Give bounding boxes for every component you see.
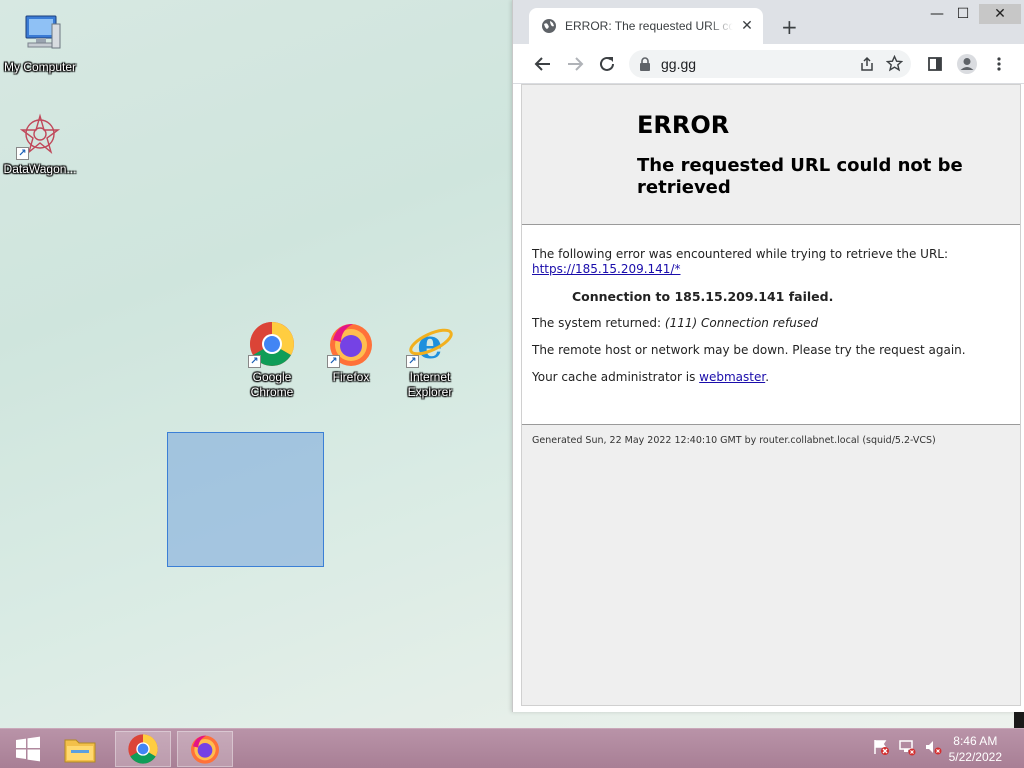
address-bar[interactable]: gg.gg (629, 50, 911, 78)
firefox-icon (191, 735, 219, 764)
desktop-icon-firefox[interactable]: ↗ Firefox (311, 320, 391, 385)
new-tab-button[interactable]: + (781, 17, 798, 37)
generated-footer: Generated Sun, 22 May 2022 12:40:10 GMT … (532, 435, 936, 446)
cache-admin-label: Your cache administrator is (532, 370, 696, 384)
shortcut-arrow-icon: ↗ (248, 355, 261, 368)
desktop-icon-internet-explorer[interactable]: e ↗ Internet Explorer (390, 320, 470, 400)
desktop-icon-label: My Computer (3, 60, 77, 74)
system-returned-value: (111) Connection refused (664, 316, 819, 330)
datawagon-icon: ↗ (16, 112, 64, 160)
desktop-icon-my-computer[interactable]: My Computer (0, 10, 80, 75)
globe-icon (542, 19, 556, 33)
remote-down-message: The remote host or network may be down. … (532, 343, 966, 357)
kebab-menu-icon (997, 57, 1001, 71)
taskbar-clock[interactable]: 8:46 AM 5/22/2022 (949, 733, 1002, 765)
desktop-icon-label: Firefox (332, 370, 370, 384)
desktop-icon-label: DataWagon... (3, 162, 77, 176)
minimize-button[interactable]: — (923, 4, 951, 24)
browser-tab[interactable]: ERROR: The requested URL could not be re… (529, 8, 763, 44)
taskbar-firefox[interactable] (177, 731, 233, 767)
chrome-icon: ↗ (248, 320, 296, 368)
error-page: ERROR The requested URL could not be ret… (521, 84, 1021, 706)
chrome-icon (128, 734, 158, 764)
taskbar-file-explorer[interactable] (52, 731, 108, 767)
menu-button[interactable] (987, 52, 1011, 76)
action-center-flag-icon[interactable] (872, 738, 890, 760)
reload-icon (600, 56, 614, 71)
system-returned: The system returned: (111) Connection re… (532, 316, 1010, 331)
desktop-icon-datawagon[interactable]: ↗ DataWagon... (0, 112, 80, 177)
file-explorer-icon (64, 739, 96, 763)
page-title: ERROR (637, 111, 730, 139)
svg-text:e: e (417, 321, 442, 368)
desktop-selection-rectangle (167, 432, 324, 567)
failure-message: Connection to 185.15.209.141 failed. (572, 289, 834, 304)
desktop-icon-label: Internet Explorer (407, 370, 453, 399)
browser-toolbar: gg.gg (513, 44, 1024, 84)
computer-icon (16, 10, 64, 58)
bookmark-star-icon[interactable] (885, 54, 904, 76)
side-panel-icon (928, 57, 942, 71)
profile-button[interactable] (955, 52, 979, 76)
error-intro: The following error was encountered whil… (532, 247, 1010, 277)
page-subtitle: The requested URL could not be retrieved (637, 155, 963, 198)
shortcut-arrow-icon: ↗ (327, 355, 340, 368)
clock-time: 8:46 AM (953, 734, 998, 748)
system-returned-label: The system returned: (532, 316, 662, 330)
arrow-left-icon (534, 57, 550, 71)
taskbar-chrome[interactable] (115, 731, 171, 767)
address-text: gg.gg (661, 56, 697, 72)
back-button[interactable] (531, 52, 555, 76)
shortcut-arrow-icon: ↗ (406, 355, 419, 368)
window-edge (1014, 712, 1024, 728)
side-panel-button[interactable] (923, 52, 947, 76)
error-intro-text: The following error was encountered whil… (532, 247, 949, 261)
close-window-button[interactable]: ✕ (979, 4, 1021, 24)
network-icon[interactable] (898, 738, 916, 760)
lock-icon (640, 57, 650, 71)
cache-admin: Your cache administrator is webmaster. (532, 370, 1010, 385)
tab-title: ERROR: The requested URL could not be re… (565, 19, 733, 33)
desktop-icon-label: Google Chrome (250, 370, 294, 399)
error-body: The following error was encountered whil… (522, 225, 1020, 425)
profile-avatar-icon (957, 54, 977, 74)
tab-strip: ERROR: The requested URL could not be re… (513, 0, 1024, 44)
start-button[interactable] (0, 731, 56, 767)
firefox-icon: ↗ (327, 320, 375, 368)
windows-logo-icon (16, 736, 40, 762)
error-header: ERROR The requested URL could not be ret… (522, 85, 1020, 225)
volume-muted-icon[interactable] (924, 738, 942, 760)
arrow-right-icon (568, 57, 584, 71)
reload-button[interactable] (595, 52, 619, 76)
shortcut-arrow-icon: ↗ (16, 147, 29, 160)
forward-button[interactable] (563, 52, 587, 76)
browser-window: ERROR: The requested URL could not be re… (512, 0, 1024, 712)
desktop-icon-chrome[interactable]: ↗ Google Chrome (232, 320, 312, 400)
webmaster-link[interactable]: webmaster (699, 370, 765, 384)
taskbar: 8:46 AM 5/22/2022 (0, 728, 1024, 768)
system-tray (872, 729, 942, 768)
ie-icon: e ↗ (406, 320, 454, 368)
clock-date: 5/22/2022 (948, 750, 1002, 764)
maximize-button[interactable]: ☐ (949, 4, 977, 24)
tab-close-icon[interactable]: ✕ (739, 18, 755, 34)
share-icon[interactable] (859, 56, 875, 76)
failed-url-link[interactable]: https://185.15.209.141/* (532, 262, 680, 276)
cache-admin-suffix: . (765, 370, 770, 384)
